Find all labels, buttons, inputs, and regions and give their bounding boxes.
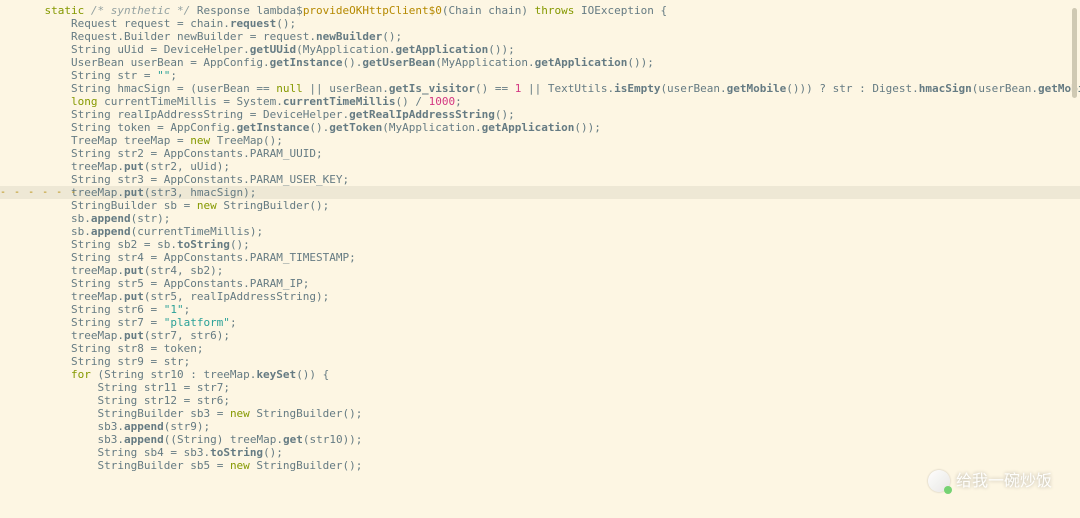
wechat-icon	[928, 470, 950, 492]
code-line[interactable]: String sb4 = sb3.toString();	[0, 446, 1080, 459]
code-line[interactable]: String str4 = AppConstants.PARAM_TIMESTA…	[0, 251, 1080, 264]
code-line[interactable]: String uUid = DeviceHelper.getUUid(MyApp…	[0, 43, 1080, 56]
code-line[interactable]: for (String str10 : treeMap.keySet()) {	[0, 368, 1080, 381]
code-line[interactable]: long currentTimeMillis = System.currentT…	[0, 95, 1080, 108]
code-line[interactable]: String realIpAddressString = DeviceHelpe…	[0, 108, 1080, 121]
code-line[interactable]: StringBuilder sb5 = new StringBuilder();	[0, 459, 1080, 472]
code-line[interactable]: treeMap.put(str5, realIpAddressString);	[0, 290, 1080, 303]
code-line[interactable]: Request.Builder newBuilder = request.new…	[0, 30, 1080, 43]
code-line[interactable]: StringBuilder sb = new StringBuilder();	[0, 199, 1080, 212]
code-line[interactable]: - - - - - - treeMap.put(str3, hmacSign);	[0, 186, 1080, 199]
code-line[interactable]: String str9 = str;	[0, 355, 1080, 368]
code-line[interactable]: String str12 = str6;	[0, 394, 1080, 407]
code-line[interactable]: UserBean userBean = AppConfig.getInstanc…	[0, 56, 1080, 69]
code-line[interactable]: String str6 = "1";	[0, 303, 1080, 316]
code-line[interactable]: String str5 = AppConstants.PARAM_IP;	[0, 277, 1080, 290]
code-editor-panel[interactable]: static /* synthetic */ Response lambda$p…	[0, 0, 1080, 518]
code-line[interactable]: String hmacSign = (userBean == null || u…	[0, 82, 1080, 95]
code-line[interactable]: String str11 = str7;	[0, 381, 1080, 394]
code-line[interactable]: sb.append(currentTimeMillis);	[0, 225, 1080, 238]
scrollbar-thumb[interactable]	[1072, 8, 1077, 98]
code-line[interactable]: static /* synthetic */ Response lambda$p…	[0, 4, 1080, 17]
code-lines-container: static /* synthetic */ Response lambda$p…	[0, 4, 1080, 472]
code-line[interactable]: treeMap.put(str7, str6);	[0, 329, 1080, 342]
watermark-text: 给我一碗炒饭	[956, 475, 1052, 488]
code-line[interactable]: Request request = chain.request();	[0, 17, 1080, 30]
vertical-scrollbar[interactable]	[1072, 4, 1077, 518]
code-line[interactable]: treeMap.put(str4, sb2);	[0, 264, 1080, 277]
code-line[interactable]: String str = "";	[0, 69, 1080, 82]
code-line[interactable]: String str2 = AppConstants.PARAM_UUID;	[0, 147, 1080, 160]
code-line[interactable]: String str3 = AppConstants.PARAM_USER_KE…	[0, 173, 1080, 186]
code-line[interactable]: sb3.append(str9);	[0, 420, 1080, 433]
code-line[interactable]: StringBuilder sb3 = new StringBuilder();	[0, 407, 1080, 420]
code-line[interactable]: TreeMap treeMap = new TreeMap();	[0, 134, 1080, 147]
code-line[interactable]: sb3.append((String) treeMap.get(str10));	[0, 433, 1080, 446]
code-line[interactable]: String sb2 = sb.toString();	[0, 238, 1080, 251]
code-line[interactable]: treeMap.put(str2, uUid);	[0, 160, 1080, 173]
code-line[interactable]: sb.append(str);	[0, 212, 1080, 225]
wechat-watermark: 给我一碗炒饭	[928, 470, 1052, 492]
code-line[interactable]: String str8 = token;	[0, 342, 1080, 355]
code-line[interactable]: String str7 = "platform";	[0, 316, 1080, 329]
code-line[interactable]: String token = AppConfig.getInstance().g…	[0, 121, 1080, 134]
